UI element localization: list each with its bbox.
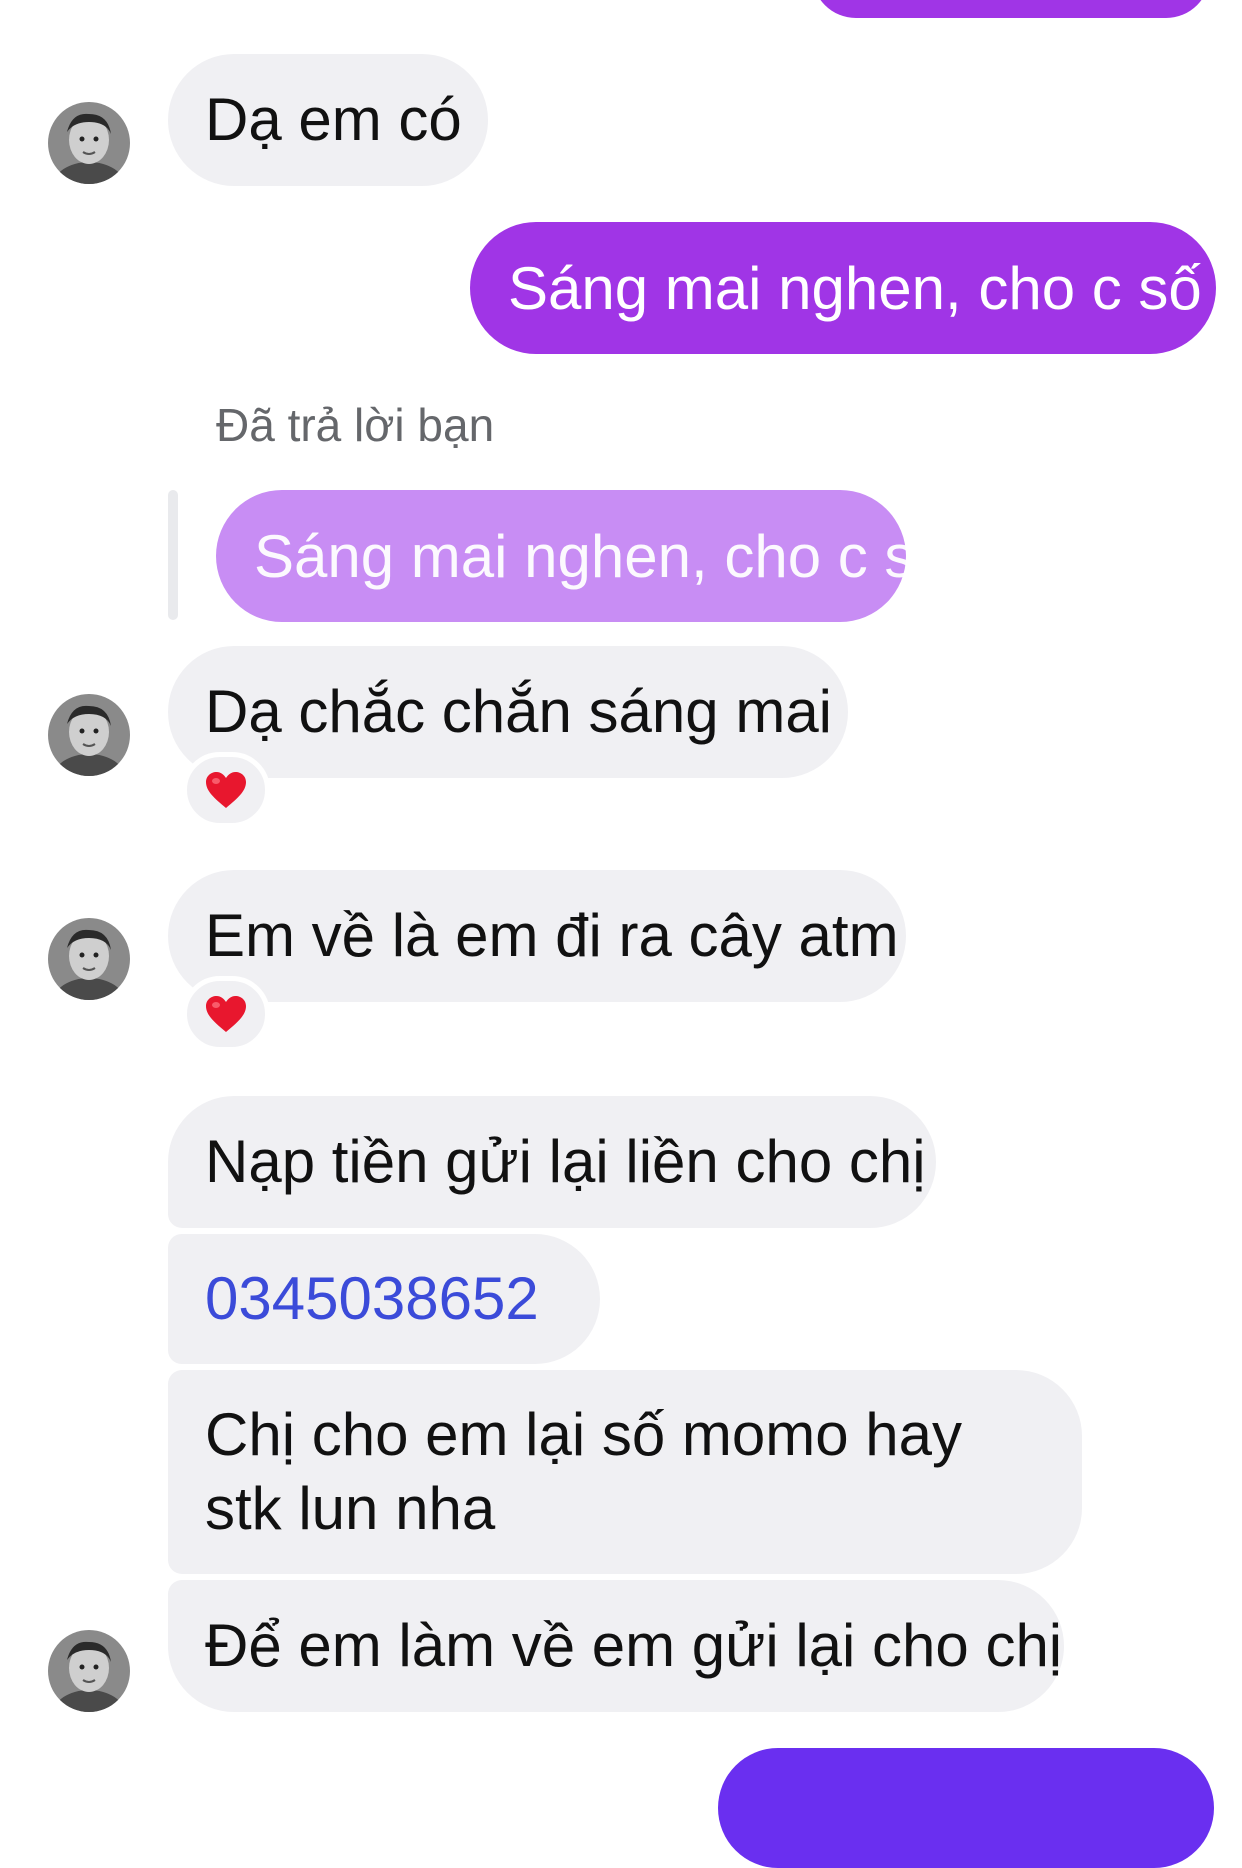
sent-message-bubble-partial-bottom[interactable] <box>718 1748 1214 1868</box>
message-text: Nạp tiền gửi lại liền cho chị <box>205 1128 926 1195</box>
message-text: Sáng mai nghen, cho c số <box>508 254 1202 322</box>
contact-avatar[interactable] <box>48 918 130 1000</box>
quoted-message-bubble[interactable]: Sáng mai nghen, cho c số <box>216 490 948 622</box>
contact-avatar[interactable] <box>48 102 130 184</box>
sent-message-bubble[interactable]: Sáng mai nghen, cho c số <box>470 222 1216 354</box>
received-message-bubble[interactable]: Chị cho em lại số momo hay stk lun nha <box>168 1370 1082 1574</box>
received-message-bubble[interactable]: Để em làm về em gửi lại cho chị <box>168 1580 1064 1712</box>
phone-number-link[interactable]: 0345038652 <box>205 1262 539 1336</box>
sent-message-bubble-partial-top[interactable] <box>812 0 1210 18</box>
message-text: Dạ em có <box>205 86 462 153</box>
reaction-badge[interactable] <box>182 976 270 1052</box>
heart-icon <box>206 996 246 1032</box>
received-message-bubble[interactable]: Dạ em có <box>168 54 488 186</box>
message-text: Dạ chắc chắn sáng mai <box>205 678 833 745</box>
message-text: Để em làm về em gửi lại cho chị <box>205 1612 1063 1679</box>
contact-avatar[interactable] <box>48 694 130 776</box>
message-text: Chị cho em lại số momo hay stk lun nha <box>205 1401 962 1542</box>
quoted-message-text: Sáng mai nghen, cho c số <box>254 522 948 590</box>
received-message-bubble[interactable]: Em về là em đi ra cây atm <box>168 870 906 1002</box>
received-message-bubble[interactable]: Dạ chắc chắn sáng mai <box>168 646 848 778</box>
reply-label: Đã trả lời bạn <box>216 399 495 451</box>
message-text: Em về là em đi ra cây atm <box>205 902 899 969</box>
received-message-bubble[interactable]: Nạp tiền gửi lại liền cho chị <box>168 1096 936 1228</box>
contact-avatar[interactable] <box>48 1630 130 1712</box>
heart-icon <box>206 772 246 808</box>
reply-indicator-bar <box>168 490 178 620</box>
reaction-badge[interactable] <box>182 752 270 828</box>
received-message-bubble-phone-link[interactable]: 0345038652 <box>168 1234 600 1364</box>
